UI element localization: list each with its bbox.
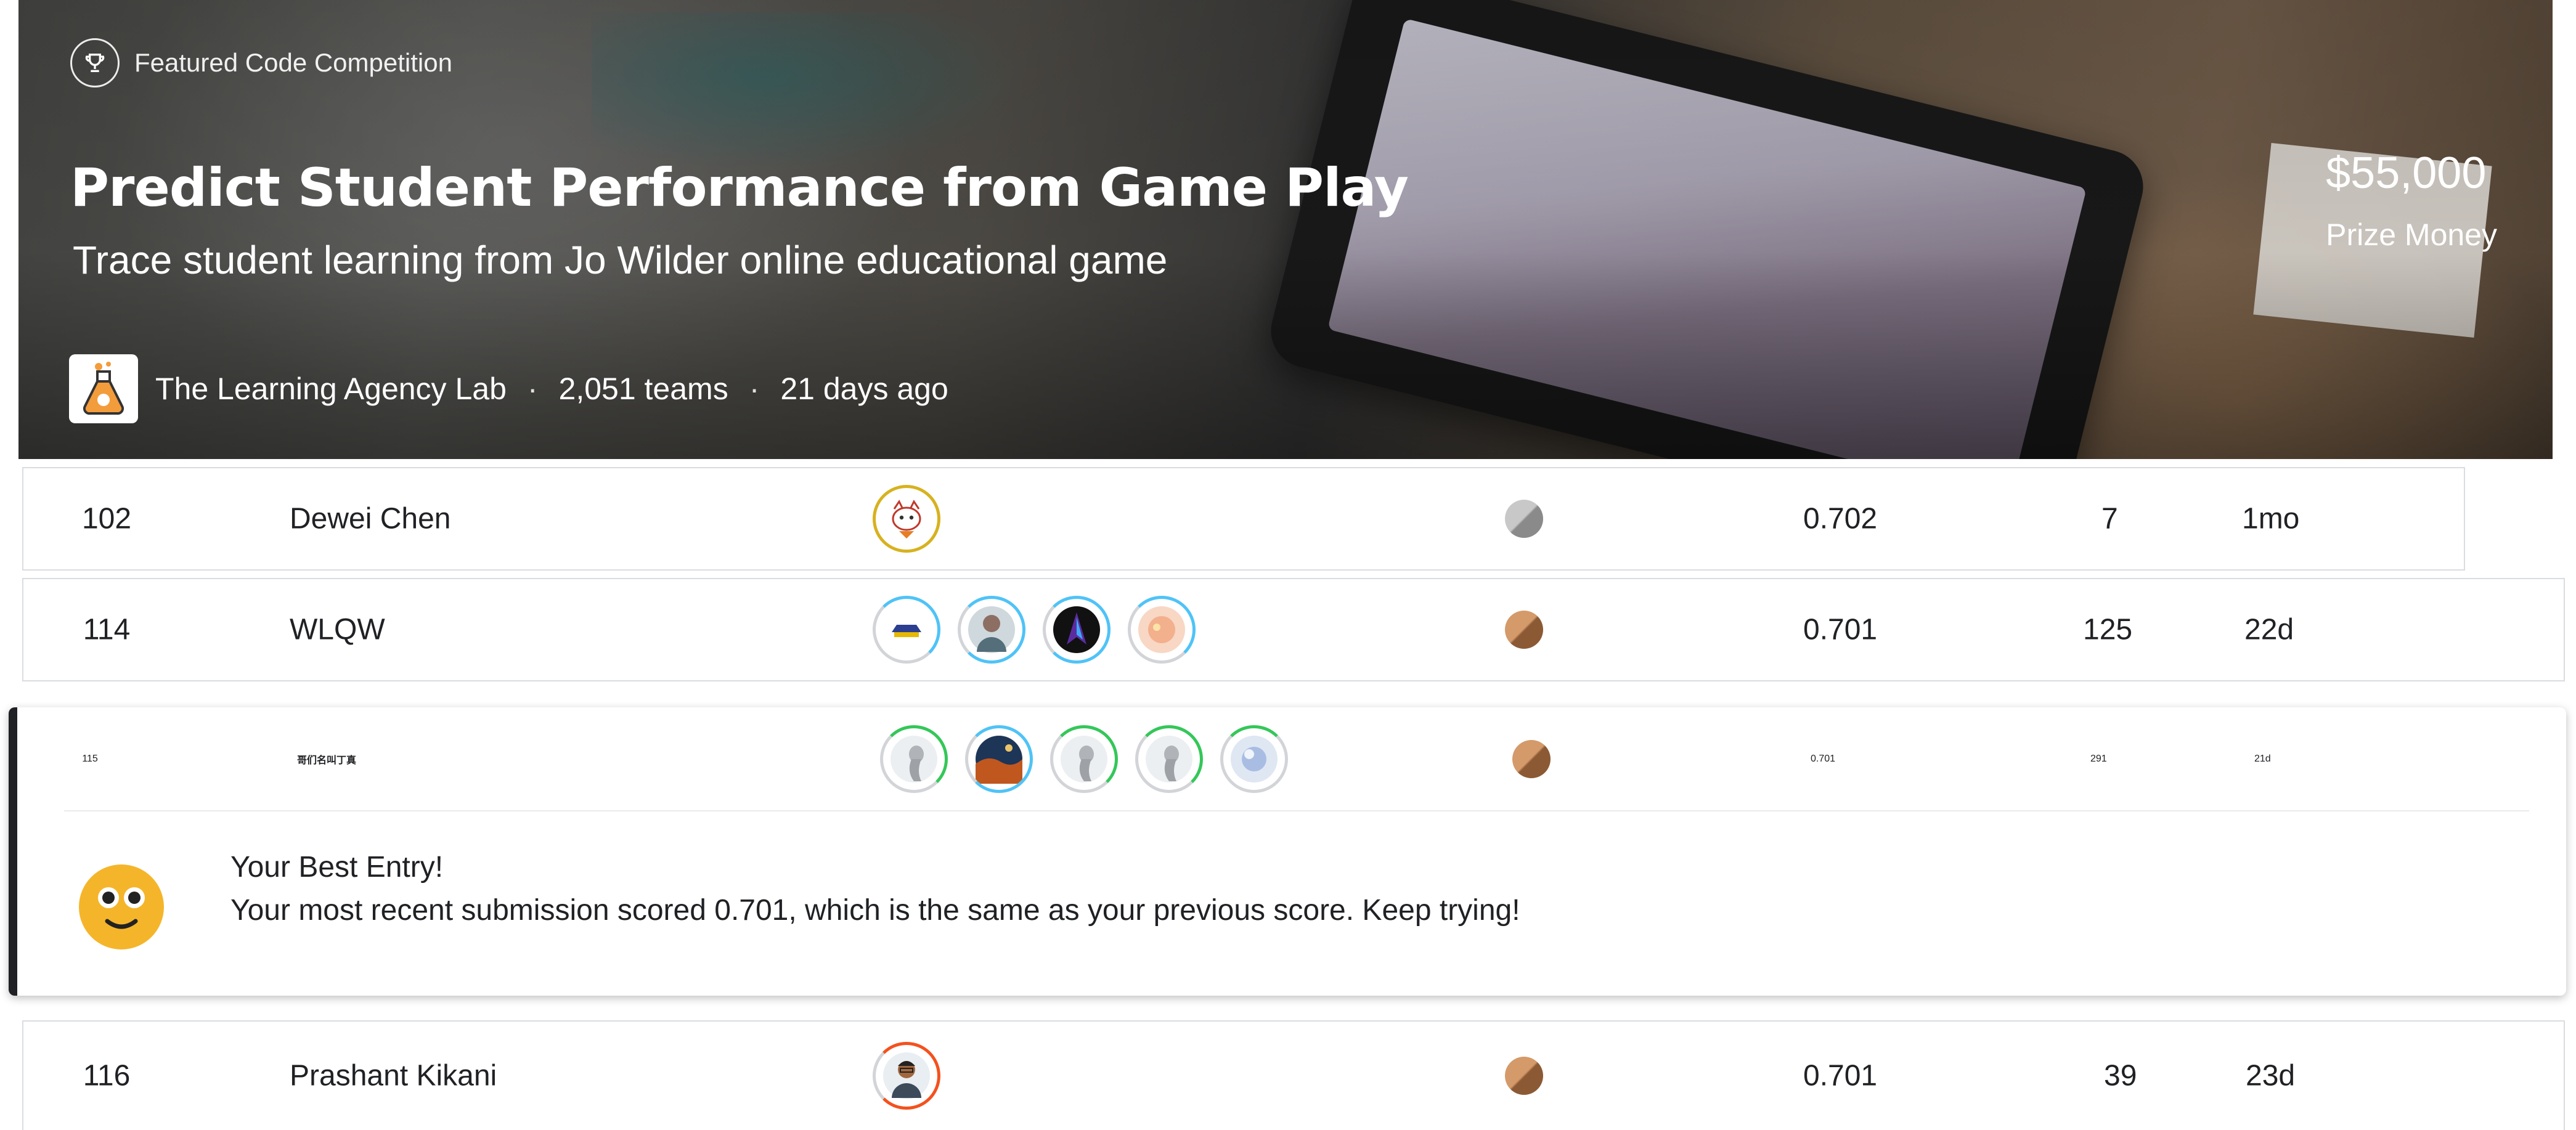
rank: 115	[82, 754, 98, 764]
team-member-avatar[interactable]	[873, 485, 940, 553]
entries-count: 291	[2090, 754, 2107, 764]
team-member-avatar[interactable]	[958, 596, 1025, 664]
prize-amount: $55,000	[2326, 148, 2487, 198]
score: 0.702	[1803, 502, 1878, 535]
team-name[interactable]: Prashant Kikani	[290, 1059, 497, 1093]
leaderboard-row[interactable]: 116 Prashant Kikani 0.701 39 23d	[22, 1020, 2565, 1130]
entries-count: 7	[2101, 502, 2118, 535]
host-info: The Learning Agency Lab · 2,051 teams · …	[69, 354, 948, 423]
team-member-avatar[interactable]	[1043, 596, 1111, 664]
badge-label: Featured Code Competition	[134, 48, 452, 77]
bronze-medal-icon	[1512, 740, 1551, 778]
rank: 114	[83, 613, 131, 646]
leaderboard-row[interactable]: 102 Dewei Chen 0.702 7 1mo	[22, 467, 2465, 571]
team-member-avatar[interactable]	[873, 1042, 940, 1110]
last-submission: 23d	[2246, 1059, 2296, 1092]
prize-block: $55,000 Prize Money	[2326, 148, 2497, 253]
trophy-icon	[70, 38, 120, 87]
divider	[64, 810, 2529, 811]
leaderboard-row[interactable]: 114 WLQW 0.701 125 22d	[22, 578, 2565, 681]
smiley-emoji-icon	[79, 864, 164, 949]
my-team-panel: 115 哥们名叫丁真 0.701 291 21d Your Best Entry…	[9, 707, 2566, 996]
host-logo[interactable]	[69, 354, 138, 423]
team-member-avatar[interactable]	[1050, 725, 1118, 793]
rank: 116	[83, 1059, 131, 1092]
prize-label: Prize Money	[2326, 217, 2497, 252]
team-member-avatar[interactable]	[1220, 725, 1288, 793]
team-member-avatar[interactable]	[873, 596, 940, 664]
host-name[interactable]: The Learning Agency Lab	[155, 371, 507, 407]
entries-count: 125	[2083, 613, 2133, 646]
competition-subtitle: Trace student learning from Jo Wilder on…	[73, 238, 1168, 282]
team-count: 2,051 teams	[558, 372, 728, 406]
last-submission: 1mo	[2242, 502, 2300, 535]
team-name[interactable]: WLQW	[290, 613, 385, 647]
competition-type-badge: Featured Code Competition	[70, 38, 452, 87]
team-name[interactable]: 哥们名叫丁真	[297, 752, 356, 766]
team-member-avatar[interactable]	[965, 725, 1033, 793]
competition-title[interactable]: Predict Student Performance from Game Pl…	[70, 157, 1409, 219]
entries-count: 39	[2104, 1059, 2137, 1092]
team-name[interactable]: Dewei Chen	[290, 502, 450, 536]
bronze-medal-icon	[1505, 1057, 1543, 1095]
rank: 102	[81, 502, 132, 535]
score: 0.701	[1803, 1059, 1878, 1092]
competition-header: Featured Code Competition Predict Studen…	[18, 0, 2553, 459]
last-submission: 21d	[2254, 754, 2271, 764]
last-submission: 22d	[2244, 613, 2294, 646]
score: 0.701	[1803, 613, 1878, 646]
time-remaining: 21 days ago	[780, 372, 948, 406]
best-entry-message: Your most recent submission scored 0.701…	[230, 894, 1520, 927]
team-member-avatar[interactable]	[1135, 725, 1203, 793]
bronze-medal-icon	[1505, 611, 1543, 649]
team-member-avatar[interactable]	[1128, 596, 1196, 664]
team-member-avatar[interactable]	[880, 725, 948, 793]
score: 0.701	[1811, 754, 1836, 764]
silver-medal-icon	[1505, 500, 1543, 538]
best-entry-title: Your Best Entry!	[230, 851, 444, 884]
